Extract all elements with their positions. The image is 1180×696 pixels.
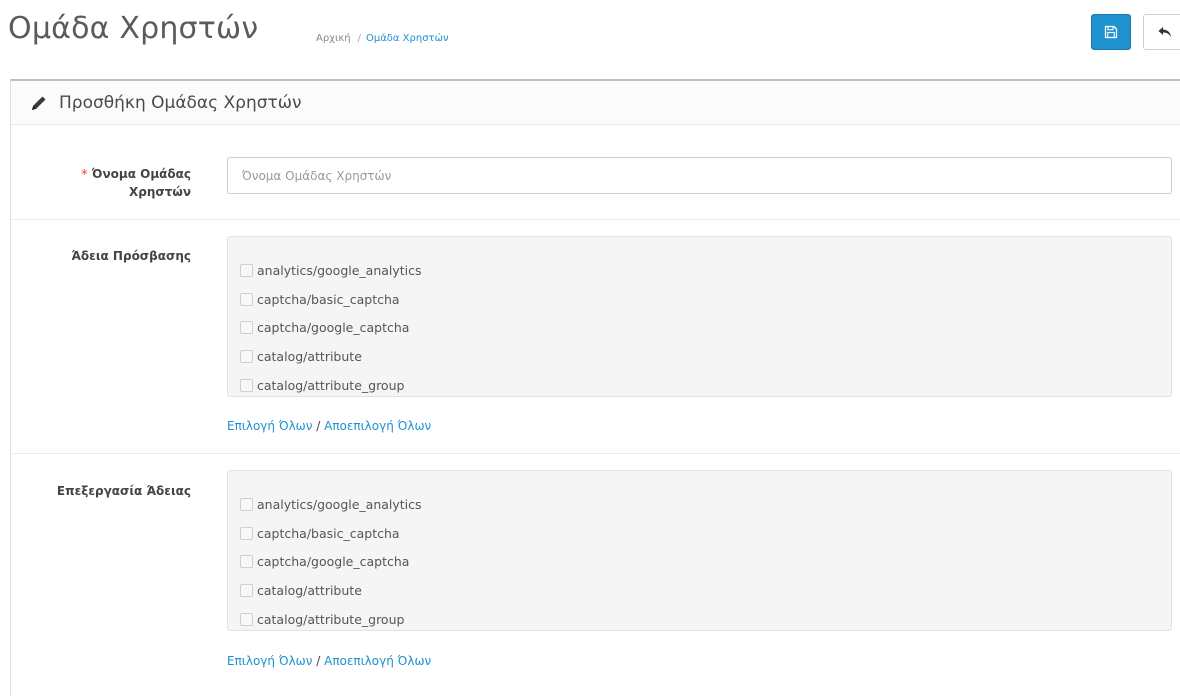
save-icon <box>1104 25 1118 39</box>
checkbox-item[interactable]: catalog/attribute <box>240 342 1171 371</box>
checkbox-item[interactable]: catalog/attribute <box>240 576 1171 605</box>
checkbox[interactable] <box>240 378 253 392</box>
group-name-label: * Όνομα Ομάδας Χρηστών <box>81 167 191 199</box>
modify-select-links: Επιλογή Όλων / Αποεπιλογή Όλων <box>227 654 432 668</box>
panel-title: Προσθήκη Ομάδας Χρηστών <box>59 92 302 113</box>
modify-permission-list[interactable]: analytics/google_analytics captcha/basic… <box>227 470 1172 631</box>
checkbox[interactable] <box>240 555 253 569</box>
checkbox-item[interactable]: captcha/google_captcha <box>240 313 1171 342</box>
save-button[interactable] <box>1091 14 1131 50</box>
checkbox-item[interactable]: captcha/basic_captcha <box>240 519 1171 548</box>
checkbox-item[interactable]: catalog/attribute_group <box>240 605 1171 634</box>
access-permission-label: Άδεια Πρόσβασης <box>71 249 191 263</box>
modify-permission-label: Επεξεργασία Άδειας <box>56 484 191 498</box>
access-permission-form-group: Άδεια Πρόσβασης analytics/google_analyti… <box>11 220 1180 454</box>
checkbox-item[interactable]: captcha/google_captcha <box>240 547 1171 576</box>
checkbox[interactable] <box>240 349 253 363</box>
modify-permission-form-group: Επεξεργασία Άδειας analytics/google_anal… <box>11 454 1180 696</box>
modify-select-all-link[interactable]: Επιλογή Όλων <box>227 654 312 668</box>
breadcrumb-current-link[interactable]: Ομάδα Χρηστών <box>366 33 449 44</box>
group-name-form-group: * Όνομα Ομάδας Χρηστών <box>11 125 1180 220</box>
group-name-input[interactable] <box>227 157 1172 194</box>
breadcrumb-separator: / <box>357 33 361 44</box>
checkbox[interactable] <box>240 612 253 626</box>
page-title: Ομάδα Χρηστών <box>8 11 259 46</box>
modify-deselect-all-link[interactable]: Αποεπιλογή Όλων <box>324 654 431 668</box>
breadcrumb: Αρχική / Ομάδα Χρηστών <box>316 33 449 44</box>
checkbox[interactable] <box>240 583 253 597</box>
checkbox-item[interactable]: captcha/basic_captcha <box>240 285 1171 314</box>
access-select-links: Επιλογή Όλων / Αποεπιλογή Όλων <box>227 419 432 433</box>
checkbox-item[interactable]: analytics/google_analytics <box>240 256 1171 285</box>
checkbox[interactable] <box>240 292 253 306</box>
checkbox[interactable] <box>240 321 253 335</box>
checkbox[interactable] <box>240 263 253 277</box>
panel-heading: Προσθήκη Ομάδας Χρηστών <box>11 81 1180 125</box>
checkbox[interactable] <box>240 497 253 511</box>
checkbox-item[interactable]: catalog/attribute_group <box>240 371 1171 400</box>
access-deselect-all-link[interactable]: Αποεπιλογή Όλων <box>324 419 431 433</box>
reply-icon <box>1158 27 1171 37</box>
pencil-icon <box>32 96 46 110</box>
required-marker: * <box>81 167 88 181</box>
breadcrumb-home-link[interactable]: Αρχική <box>316 33 351 44</box>
add-user-group-panel: Προσθήκη Ομάδας Χρηστών * Όνομα Ομάδας Χ… <box>10 79 1180 696</box>
back-button[interactable] <box>1143 14 1180 50</box>
checkbox-item[interactable]: analytics/google_analytics <box>240 490 1171 519</box>
checkbox[interactable] <box>240 526 253 540</box>
access-select-all-link[interactable]: Επιλογή Όλων <box>227 419 312 433</box>
access-permission-list[interactable]: analytics/google_analytics captcha/basic… <box>227 236 1172 397</box>
